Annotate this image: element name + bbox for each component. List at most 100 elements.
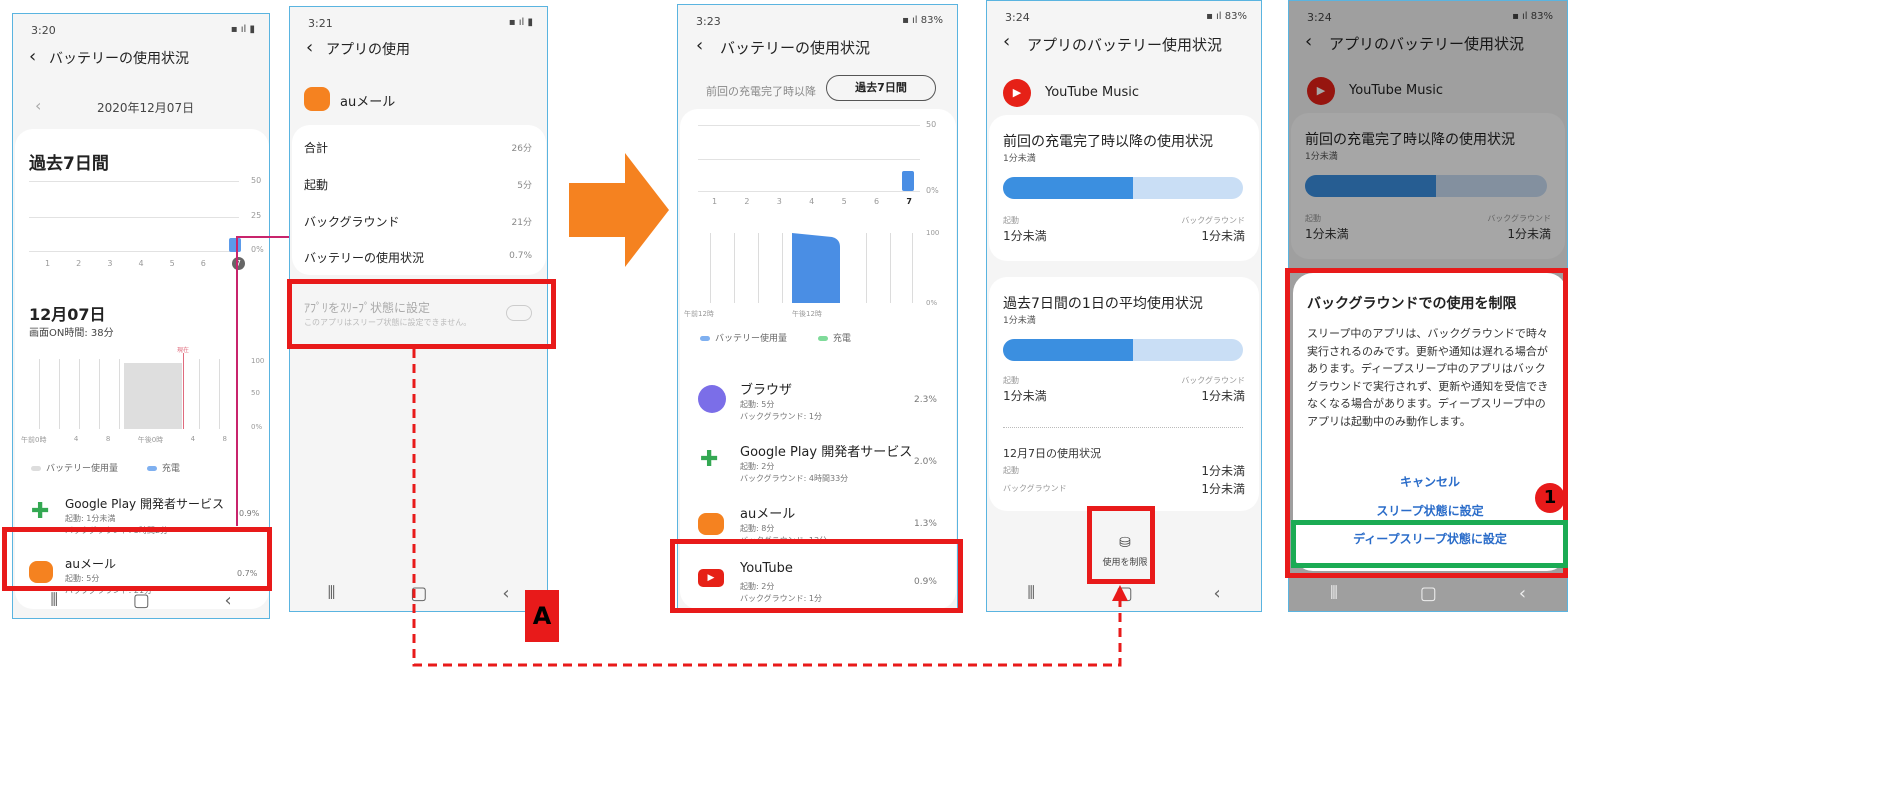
hourly-chart [698,233,920,303]
back-icon[interactable]: ‹ [29,46,36,67]
status-battery: ▪ ıl 83% [1206,11,1247,22]
back-icon[interactable]: ‹ [306,37,313,58]
x-tick: 6 [873,197,880,206]
x-tick: 4 [809,197,815,206]
back-icon[interactable]: ‹ [696,35,703,56]
battery-percent: 83% [1224,11,1247,22]
status-battery: ▪ ıl 83% [902,15,943,26]
x-tick-selected[interactable]: 7 [231,257,245,270]
x-tick: 1 [45,259,51,268]
highlight-deep-sleep [1291,520,1568,568]
since-fg-label: 起動 [1003,216,1019,225]
y-tick: 0% [926,186,939,195]
since-bg-label: バックグラウンド [1181,216,1245,225]
hourly-y-tick: 50 [251,389,260,397]
usage-details-card: 合計 26分 起動 5分 バックグラウンド 21分 バッテリーの使用状況 0.7… [292,125,546,275]
hourly-x-tick: 午前12時 [684,310,714,318]
since-fg-value: 1分未満 [1003,229,1047,243]
legend-charge: 充電 [161,464,180,474]
bar-day-7 [229,238,241,252]
recents-icon[interactable]: ⦀ [327,583,335,604]
period-title: 過去7日間 [29,154,109,174]
back-nav-icon[interactable]: ‹ [1213,583,1220,604]
hourly-y-tick: 100 [926,229,940,237]
status-time: 3:23 [696,15,721,28]
page-title: バッテリーの使用状況 [49,51,189,67]
app-name: Google Play 開発者サービス [65,497,224,511]
google-play-services-icon: ✚ [31,499,50,524]
avg-bg-value: 1分未満 [1201,389,1245,403]
back-nav-icon[interactable]: ‹ [224,590,231,611]
dashed-connector [412,349,1128,667]
x-ticks: 1 2 3 4 5 6 7 [45,257,245,270]
since-title: 前回の充電完了時以降の使用状況 [1003,134,1213,150]
connector-line [236,236,238,526]
x-tick: 2 [76,259,82,268]
nav-bar: ⦀ ▢ ‹ [13,588,269,612]
row-battery-value: 0.7% [509,251,532,261]
highlight-au-mail [2,527,272,591]
page-title: アプリのバッテリー使用状況 [1027,36,1223,54]
legend: バッテリー使用量 充電 [700,331,851,344]
y-tick: 50 [251,176,262,185]
app-name: YouTube Music [1045,85,1139,100]
day-fg-value: 1分未満 [1201,464,1245,478]
x-tick: 5 [169,259,175,268]
page-title: バッテリーの使用状況 [720,39,871,57]
label-a: A [525,590,559,642]
since-usage-bar [1003,177,1243,199]
page-title: アプリの使用 [326,42,410,58]
x-tick: 4 [73,435,79,443]
step-badge: 1 [1535,483,1565,513]
status-time: 3:20 [31,24,56,37]
x-tick: 3 [107,259,113,268]
recents-icon[interactable]: ⦀ [1330,583,1338,604]
row-battery-label: バッテリーの使用状況 [304,251,425,265]
home-icon[interactable]: ▢ [133,590,150,611]
status-icons: ▪ ıl ▮ [230,24,255,35]
x-tick: 8 [105,435,111,443]
hourly-y-tick: 0% [926,299,938,307]
since-value: 1分未満 [1003,154,1036,164]
row-total-label: 合計 [304,141,329,155]
avg-value: 1分未満 [1003,316,1036,326]
avg-bg-label: バックグラウンド [1181,376,1245,385]
current-date: 2020年12月07日 [97,101,195,115]
x-tick: 4 [138,259,144,268]
x-tick: 5 [841,197,847,206]
prev-date-icon[interactable]: ‹ [35,96,41,115]
recents-icon[interactable]: ⦀ [50,590,58,611]
y-tick: 25 [251,211,262,220]
back-nav-icon[interactable]: ‹ [1519,583,1526,604]
period-button[interactable]: 過去7日間 [826,75,936,101]
legend-charge: 充電 [832,334,851,344]
arrow-right-icon [569,153,669,267]
row-background-value: 21分 [511,218,532,228]
hourly-y-tick: 0% [251,423,263,431]
app-percent: 0.9% [239,509,260,518]
x-tick: 2 [744,197,750,206]
y-tick: 0% [251,245,264,254]
row-foreground-label: 起動 [304,178,329,192]
label-a-text: A [532,602,552,630]
home-icon[interactable]: ▢ [1420,583,1437,604]
x-tick: 4 [190,435,196,443]
row-total-value: 26分 [511,144,532,154]
x-tick: 3 [776,197,782,206]
x-tick: 午前0時 [21,436,47,444]
x-tick: 6 [200,259,206,268]
now-marker-label: 現在 [177,347,190,354]
since-charge-tab[interactable]: 前回の充電完了時以降 [706,83,816,99]
legend-usage: バッテリー使用量 [715,334,788,344]
status-time: 3:24 [1005,11,1030,24]
day-bg-value: 1分未満 [1201,482,1245,496]
hourly-y-tick: 100 [251,357,265,365]
app-foreground: 起動: 1分未満 [65,514,116,523]
since-charge-card: 前回の充電完了時以降の使用状況 1分未満 起動 バックグラウンド 1分未満 1分… [989,115,1259,261]
back-icon[interactable]: ‹ [1003,31,1010,52]
step-number: 1 [1543,487,1557,508]
hourly-x-tick: 午後12時 [792,310,822,318]
day-title: 12月07日 [29,305,106,324]
avg-title: 過去7日間の1日の平均使用状況 [1003,296,1203,312]
x-tick: 7 [906,197,912,206]
